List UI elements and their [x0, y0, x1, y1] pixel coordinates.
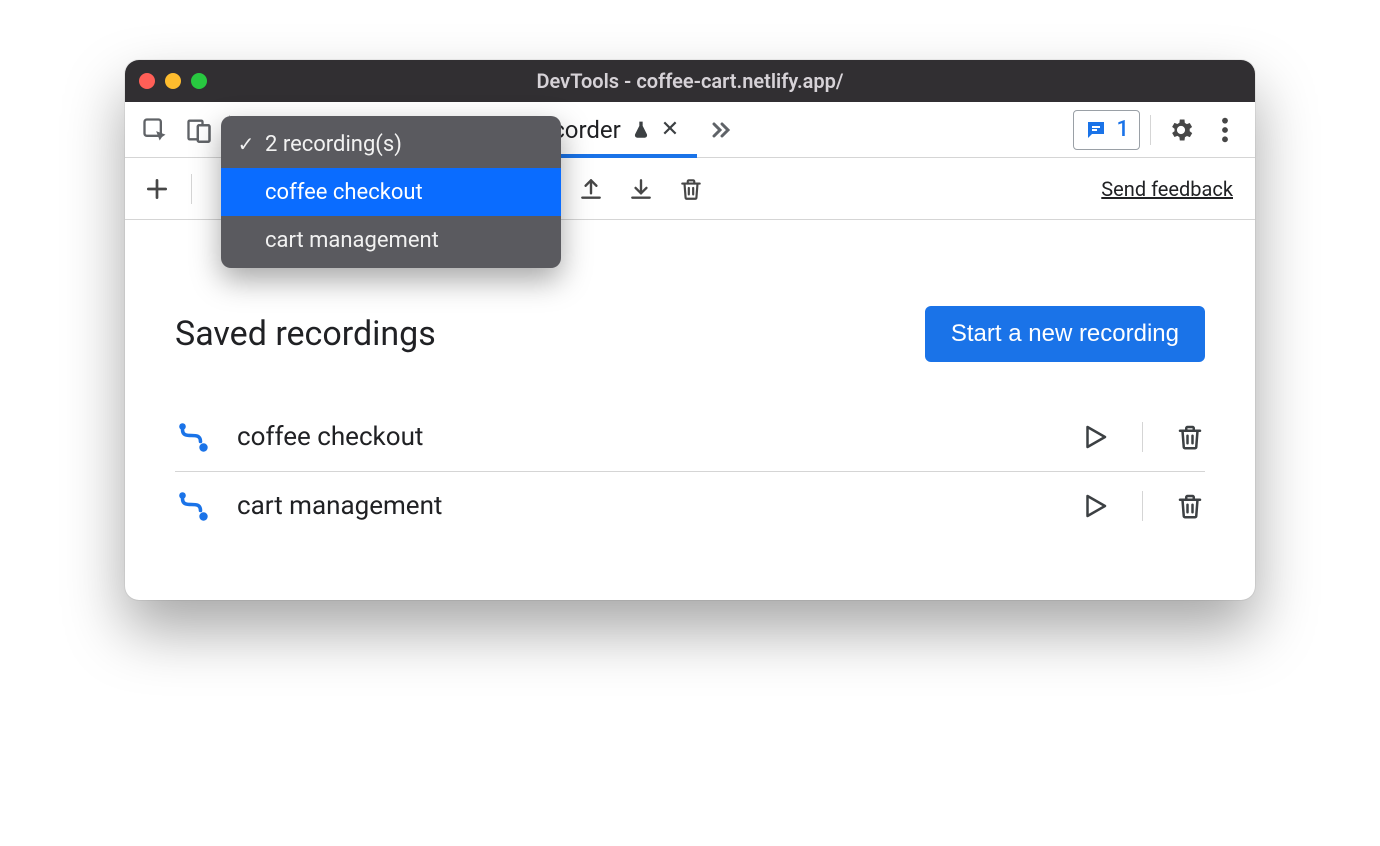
play-recording-button[interactable] — [1080, 491, 1110, 521]
export-button[interactable] — [569, 167, 613, 211]
flow-icon — [175, 419, 211, 455]
delete-recording-button[interactable] — [1175, 422, 1205, 452]
divider — [1142, 491, 1143, 521]
issues-button[interactable]: 1 — [1073, 110, 1140, 150]
titlebar: DevTools - coffee-cart.netlify.app/ — [125, 60, 1255, 102]
traffic-lights — [139, 73, 207, 89]
devtools-window: DevTools - coffee-cart.netlify.app/ Elem… — [125, 60, 1255, 600]
window-minimize-button[interactable] — [165, 73, 181, 89]
page-heading: Saved recordings — [175, 314, 436, 354]
device-toolbar-icon[interactable] — [179, 110, 219, 150]
recordings-list: coffee checkout — [175, 402, 1205, 539]
send-feedback-link[interactable]: Send feedback — [1101, 177, 1245, 201]
recorder-content: Saved recordings Start a new recording c… — [125, 220, 1255, 600]
inspect-element-icon[interactable] — [135, 110, 175, 150]
dropdown-item-label: cart management — [265, 228, 439, 253]
more-tabs-icon[interactable] — [701, 110, 741, 150]
dropdown-summary-item[interactable]: ✓ 2 recording(s) — [221, 120, 561, 168]
dropdown-item[interactable]: cart management — [221, 216, 561, 264]
dropdown-summary-label: 2 recording(s) — [265, 132, 402, 157]
more-options-button[interactable] — [1205, 110, 1245, 150]
recording-name: coffee checkout — [237, 422, 1054, 452]
recording-row[interactable]: cart management — [175, 471, 1205, 539]
window-close-button[interactable] — [139, 73, 155, 89]
play-recording-button[interactable] — [1080, 422, 1110, 452]
dropdown-item-label: coffee checkout — [265, 180, 423, 205]
flask-icon — [631, 120, 651, 140]
dropdown-item[interactable]: coffee checkout — [221, 168, 561, 216]
window-zoom-button[interactable] — [191, 73, 207, 89]
divider — [1150, 115, 1151, 145]
issues-icon — [1084, 118, 1108, 142]
heading-row: Saved recordings Start a new recording — [175, 306, 1205, 362]
new-recording-button[interactable] — [135, 167, 179, 211]
import-button[interactable] — [619, 167, 663, 211]
divider — [191, 174, 192, 204]
close-icon[interactable]: ✕ — [661, 119, 679, 141]
recordings-dropdown: ✓ 2 recording(s) coffee checkout cart ma… — [221, 116, 561, 268]
divider — [1142, 422, 1143, 452]
start-recording-button[interactable]: Start a new recording — [925, 306, 1205, 362]
issues-count: 1 — [1116, 117, 1129, 142]
recording-name: cart management — [237, 491, 1054, 521]
start-recording-label: Start a new recording — [951, 320, 1179, 348]
settings-button[interactable] — [1161, 110, 1201, 150]
window-title: DevTools - coffee-cart.netlify.app/ — [125, 69, 1255, 93]
delete-button[interactable] — [669, 167, 713, 211]
flow-icon — [175, 488, 211, 524]
recording-row[interactable]: coffee checkout — [175, 403, 1205, 471]
delete-recording-button[interactable] — [1175, 491, 1205, 521]
check-icon: ✓ — [235, 132, 257, 156]
